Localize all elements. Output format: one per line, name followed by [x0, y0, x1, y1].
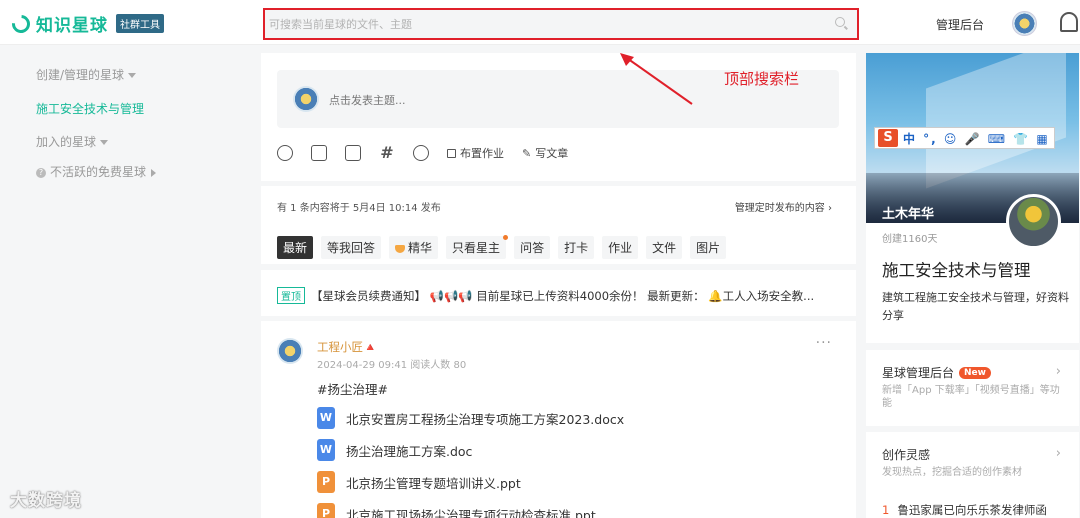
ppt-file-icon: P	[317, 503, 335, 518]
compose-placeholder: 点击发表主题...	[329, 94, 406, 107]
notification-dot	[503, 235, 509, 240]
tab-owner-only[interactable]: 只看星主	[446, 235, 509, 259]
created-days: 创建1160天	[882, 234, 938, 245]
chevron-down-icon	[100, 140, 109, 145]
avatar[interactable]	[277, 338, 303, 364]
avatar	[293, 86, 319, 112]
file-item[interactable]: P 北京扬尘管理专题培训讲义.ppt	[317, 471, 521, 493]
group-avatar[interactable]	[1006, 194, 1061, 249]
new-badge: New	[959, 366, 991, 379]
chevron-right-icon	[151, 168, 157, 177]
inspiration-card[interactable]: 创作灵感 发现热点，挖掘合适的创作素材 › 1 鲁迅家属已向乐乐茶发律师函	[866, 432, 1079, 518]
admin-card-subtitle: 新增「App 下载率」「视频号直播」等功能	[882, 385, 1060, 409]
gem-icon	[395, 244, 406, 253]
feed-header-card: 有 1 条内容将于 5月4日 10:14 发布 管理定时发布的内容 › 最新 等…	[261, 186, 856, 264]
assign-homework-button[interactable]: 布置作业	[447, 145, 504, 161]
tab-waiting-answer[interactable]: 等我回答	[321, 236, 382, 259]
tab-featured[interactable]: 精华	[389, 236, 439, 259]
admin-link[interactable]: 管理后台	[936, 16, 984, 33]
logo[interactable]: 知识星球 社群工具	[8, 10, 164, 37]
compose-toolbar: # 布置作业 ✎ 写文章	[277, 145, 586, 161]
inspiration-subtitle: 发现热点，挖掘合适的创作素材	[882, 467, 1022, 478]
logo-badge[interactable]: 社群工具	[116, 14, 164, 33]
search-bar[interactable]	[263, 8, 859, 40]
tab-images[interactable]: 图片	[690, 236, 727, 259]
cover-decoration	[926, 53, 1066, 189]
annotation-label: 顶部搜索栏	[724, 70, 800, 88]
tab-checkin[interactable]: 打卡	[558, 236, 595, 259]
chevron-down-icon	[128, 73, 137, 78]
group-name: 施工安全技术与管理	[882, 261, 1031, 280]
sidebar-created-groups[interactable]: 创建/管理的星球	[36, 66, 137, 83]
ime-text: 中 °, ☺ 🎤 ⌨ 👕 ▦	[903, 131, 1050, 146]
search-icon[interactable]	[835, 17, 845, 27]
feed-tabs: 最新 等我回答 精华 只看星主 问答 打卡 作业 文件 图片	[277, 235, 734, 259]
admin-card-title: 星球管理后台 New	[882, 364, 991, 381]
hot-topic-item[interactable]: 1 鲁迅家属已向乐乐茶发律师函	[882, 502, 1047, 518]
inspiration-title: 创作灵感	[882, 448, 931, 462]
checkbox-icon	[447, 148, 456, 158]
file-item[interactable]: P 北京施工现场扬尘治理专项行动检查标准.ppt	[317, 503, 596, 518]
top-header: 知识星球 社群工具 管理后台	[0, 0, 1080, 45]
hashtag-icon[interactable]: #	[379, 145, 395, 161]
manage-scheduled-link[interactable]: 管理定时发布的内容 ›	[735, 199, 832, 214]
search-input[interactable]	[269, 15, 809, 33]
admin-card[interactable]: 星球管理后台 New 新增「App 下载率」「视频号直播」等功能 ›	[866, 350, 1079, 426]
tab-qa[interactable]: 问答	[514, 236, 551, 259]
hot-rank: 1	[882, 503, 890, 517]
schedule-notice: 有 1 条内容将于 5月4日 10:14 发布	[277, 203, 441, 214]
sidebar-joined-groups[interactable]: 加入的星球	[36, 133, 109, 150]
group-description: 建筑工程施工安全技术与管理，好资料分享	[882, 291, 1069, 322]
pinned-notice: 置顶 【星球会员续费通知】 📢📢📢 目前星球已上传资料4000余份！ 最新更新： …	[277, 287, 847, 304]
emoji-icon[interactable]	[277, 145, 293, 161]
file-icon[interactable]	[345, 145, 361, 161]
post-card: 工程小匠🔺 2024-04-29 09:41 阅读人数 80 ··· #扬尘治理…	[261, 321, 856, 518]
avatar[interactable]	[1012, 11, 1037, 36]
file-item[interactable]: W 北京安置房工程扬尘治理专项施工方案2023.docx	[317, 407, 624, 429]
ime-logo-icon: S	[878, 129, 898, 147]
more-icon[interactable]: ···	[816, 335, 832, 351]
bell-icon[interactable]	[1060, 12, 1078, 32]
logo-icon	[8, 10, 34, 37]
pinned-card[interactable]: 置顶 【星球会员续费通知】 📢📢📢 目前星球已上传资料4000余份！ 最新更新： …	[261, 270, 856, 316]
post-meta: 2024-04-29 09:41 阅读人数 80	[317, 360, 467, 371]
chevron-right-icon: ›	[1055, 364, 1061, 379]
watermark: 大数跨境	[10, 491, 82, 511]
word-file-icon: W	[317, 407, 335, 429]
word-file-icon: W	[317, 439, 335, 461]
image-icon[interactable]	[311, 145, 327, 161]
tab-homework[interactable]: 作业	[602, 236, 639, 259]
clock-icon[interactable]	[413, 145, 429, 161]
post-hashtag[interactable]: #扬尘治理#	[317, 379, 388, 398]
info-icon: ?	[36, 167, 46, 178]
chevron-right-icon: ›	[1055, 446, 1061, 461]
post-author[interactable]: 工程小匠🔺	[317, 339, 377, 355]
logo-text: 知识星球	[36, 16, 108, 36]
pinned-badge: 置顶	[277, 287, 305, 304]
ime-toolbar[interactable]: S 中 °, ☺ 🎤 ⌨ 👕 ▦	[874, 127, 1055, 149]
ppt-file-icon: P	[317, 471, 335, 493]
tab-files[interactable]: 文件	[646, 236, 683, 259]
sidebar-item-active-group[interactable]: 施工安全技术与管理	[36, 100, 144, 117]
sidebar-inactive-groups[interactable]: ? 不活跃的免费星球	[36, 163, 157, 180]
tab-latest[interactable]: 最新	[277, 236, 314, 259]
write-article-button[interactable]: ✎ 写文章	[522, 145, 568, 161]
annotation-arrow-icon	[620, 53, 693, 105]
cover-title: 土木年华	[882, 207, 935, 222]
pen-icon: ✎	[522, 146, 532, 160]
file-item[interactable]: W 扬尘治理施工方案.doc	[317, 439, 472, 461]
